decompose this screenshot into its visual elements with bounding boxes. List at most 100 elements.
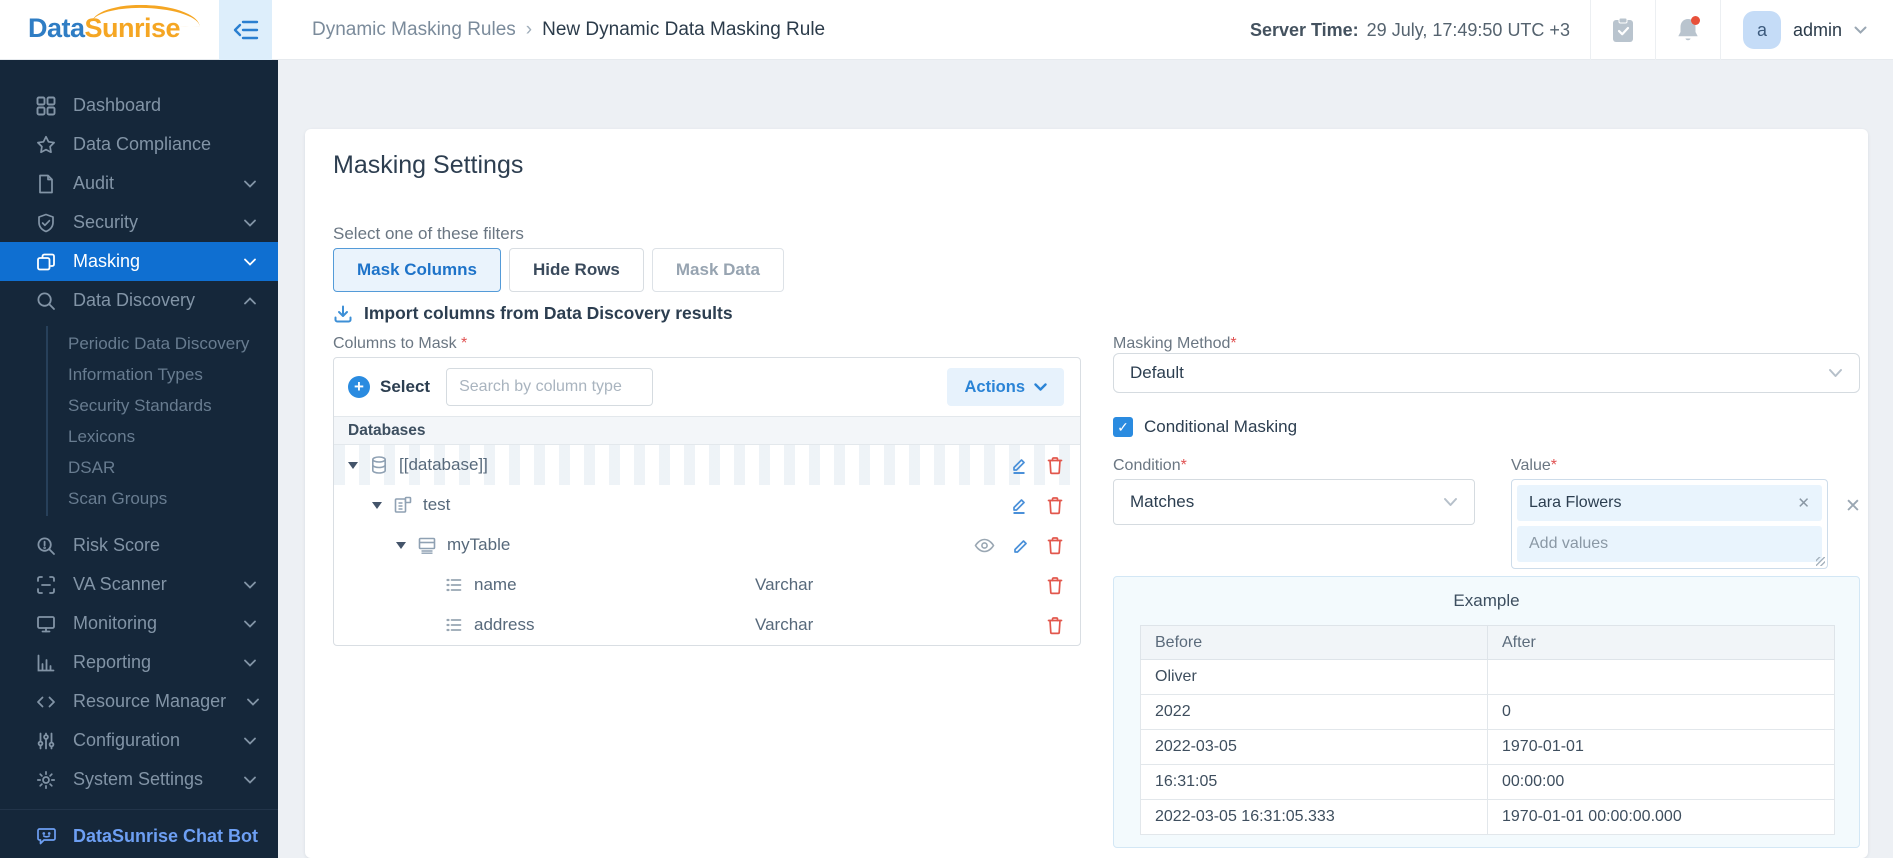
- mask-data-button[interactable]: Mask Data: [651, 248, 784, 292]
- masking-method-select[interactable]: Default: [1113, 353, 1860, 393]
- sidebar-subitem-security-standards[interactable]: Security Standards: [0, 390, 278, 421]
- import-columns-link[interactable]: Import columns from Data Discovery resul…: [333, 303, 733, 324]
- filter-button-group: Mask Columns Hide Rows Mask Data: [333, 248, 784, 292]
- chevron-up-icon: [244, 296, 256, 304]
- collapse-caret-icon[interactable]: [348, 461, 358, 469]
- tree-row-schema[interactable]: test: [334, 485, 1080, 525]
- sidebar-item-label: Risk Score: [73, 535, 161, 555]
- sidebar-item-security[interactable]: Security: [0, 203, 278, 242]
- collapse-caret-icon[interactable]: [372, 501, 382, 509]
- mask-columns-button[interactable]: Mask Columns: [333, 248, 501, 292]
- delete-column-button[interactable]: [1046, 616, 1064, 635]
- sidebar-subitem-scan-groups[interactable]: Scan Groups: [0, 483, 278, 514]
- sidebar-item-va-scanner[interactable]: VA Scanner: [0, 565, 278, 604]
- import-columns-label: Import columns from Data Discovery resul…: [364, 303, 733, 323]
- server-time-value: 29 July, 17:49:50 UTC +3: [1366, 19, 1570, 40]
- datasunrise-logo[interactable]: DataSunrise: [28, 3, 201, 44]
- delete-schema-button[interactable]: [1046, 496, 1064, 515]
- chat-bot-icon: [37, 828, 56, 845]
- edit-database-button[interactable]: [1011, 456, 1030, 475]
- sidebar-item-label: Security: [73, 212, 139, 232]
- tree-row-database[interactable]: [[database]]: [334, 445, 1080, 485]
- actions-dropdown-button[interactable]: Actions: [947, 368, 1064, 406]
- chevron-down-icon: [244, 737, 256, 745]
- sidebar-item-label: Masking: [73, 251, 141, 271]
- code-icon: [37, 696, 55, 707]
- chevron-down-icon: [1034, 382, 1047, 391]
- breadcrumb-current: New Dynamic Data Masking Rule: [542, 19, 826, 40]
- columns-to-mask-panel: + Select Actions Databases [[database]]: [333, 357, 1081, 646]
- topbar-right-cluster: Server Time: 29 July, 17:49:50 UTC +3 a …: [1250, 0, 1893, 60]
- value-label: Value*: [1511, 457, 1557, 474]
- sidebar-subitem-periodic-data-discovery[interactable]: Periodic Data Discovery: [0, 328, 278, 359]
- sidebar-item-label: Dashboard: [73, 95, 162, 115]
- add-values-row[interactable]: [1517, 526, 1822, 562]
- notifications-button[interactable]: [1656, 0, 1720, 60]
- remove-tag-icon[interactable]: ✕: [1797, 494, 1810, 512]
- resize-grip[interactable]: [1816, 557, 1825, 566]
- chevron-down-icon: [244, 180, 256, 188]
- schema-name: test: [423, 495, 451, 514]
- risk-score-icon: [37, 537, 55, 555]
- required-asterisk: *: [1230, 335, 1237, 352]
- clear-values-icon[interactable]: ✕: [1845, 495, 1861, 518]
- sidebar-item-resource-manager[interactable]: Resource Manager: [0, 682, 278, 721]
- delete-column-button[interactable]: [1046, 576, 1064, 595]
- select-label: Select: [380, 377, 431, 396]
- masking-method-value: Default: [1130, 363, 1184, 382]
- user-name: admin: [1792, 19, 1842, 40]
- sidebar-item-masking[interactable]: Masking: [0, 242, 278, 281]
- notification-badge: [1690, 16, 1700, 25]
- sidebar-item-data-compliance[interactable]: Data Compliance: [0, 125, 278, 164]
- sidebar-item-risk-score[interactable]: Risk Score: [0, 526, 278, 565]
- example-row: 2022 0: [1140, 694, 1835, 730]
- sidebar-item-configuration[interactable]: Configuration: [0, 721, 278, 760]
- conditional-masking-checkbox-row[interactable]: ✓ Conditional Masking: [1113, 417, 1297, 437]
- add-column-icon[interactable]: +: [348, 376, 370, 398]
- sidebar-item-label: Reporting: [73, 652, 152, 672]
- sidebar-item-label: Data Compliance: [73, 134, 212, 154]
- collapse-caret-icon[interactable]: [396, 541, 406, 549]
- tree-row-column-name[interactable]: name Varchar: [334, 565, 1080, 605]
- required-asterisk: *: [1550, 457, 1557, 474]
- example-table: Before After Oliver 2022 0 2022-03-05 19…: [1140, 625, 1835, 835]
- tasks-button[interactable]: [1591, 0, 1655, 60]
- value-tags-box[interactable]: Lara Flowers ✕: [1511, 479, 1828, 569]
- star-icon: [37, 135, 55, 153]
- sidebar-item-reporting[interactable]: Reporting: [0, 643, 278, 682]
- preview-table-button[interactable]: [974, 538, 995, 553]
- hide-rows-button[interactable]: Hide Rows: [508, 248, 644, 292]
- delete-database-button[interactable]: [1046, 456, 1064, 475]
- sidebar-item-chat-bot[interactable]: DataSunrise Chat Bot: [0, 816, 278, 858]
- column-datatype: Varchar: [755, 575, 814, 594]
- logo-text-data: Data: [28, 13, 85, 43]
- sidebar-item-audit[interactable]: Audit: [0, 164, 278, 203]
- checkbox-checked-icon[interactable]: ✓: [1113, 417, 1133, 437]
- condition-select[interactable]: Matches: [1113, 479, 1475, 525]
- search-column-type-input[interactable]: [446, 368, 654, 406]
- chevron-down-icon: [1854, 26, 1867, 34]
- example-after-cell: 00:00:00: [1487, 764, 1835, 800]
- sidebar-item-monitoring[interactable]: Monitoring: [0, 604, 278, 643]
- user-menu[interactable]: a admin: [1721, 11, 1893, 49]
- sidebar-subitem-dsar[interactable]: DSAR: [0, 452, 278, 483]
- tree-row-column-address[interactable]: address Varchar: [334, 605, 1080, 645]
- sidebar-item-dashboard[interactable]: Dashboard: [0, 86, 278, 125]
- edit-schema-button[interactable]: [1011, 496, 1030, 515]
- sidebar-toggle-button[interactable]: [219, 0, 272, 60]
- edit-table-button[interactable]: [1011, 536, 1030, 555]
- table-icon: [417, 535, 437, 555]
- sidebar-subitem-lexicons[interactable]: Lexicons: [0, 421, 278, 452]
- trash-icon: [1047, 536, 1063, 554]
- column-name: address: [474, 615, 535, 634]
- required-asterisk: *: [461, 335, 468, 352]
- data-discovery-submenu: Periodic Data Discovery Information Type…: [0, 320, 278, 526]
- add-values-input[interactable]: [1529, 535, 1810, 553]
- sidebar-item-label: System Settings: [73, 769, 204, 789]
- breadcrumb-parent-link[interactable]: Dynamic Masking Rules: [312, 19, 516, 41]
- sidebar-item-system-settings[interactable]: System Settings: [0, 760, 278, 799]
- delete-table-button[interactable]: [1046, 536, 1064, 555]
- sidebar-subitem-information-types[interactable]: Information Types: [0, 359, 278, 390]
- tree-row-table[interactable]: myTable: [334, 525, 1080, 565]
- sidebar-item-data-discovery[interactable]: Data Discovery: [0, 281, 278, 320]
